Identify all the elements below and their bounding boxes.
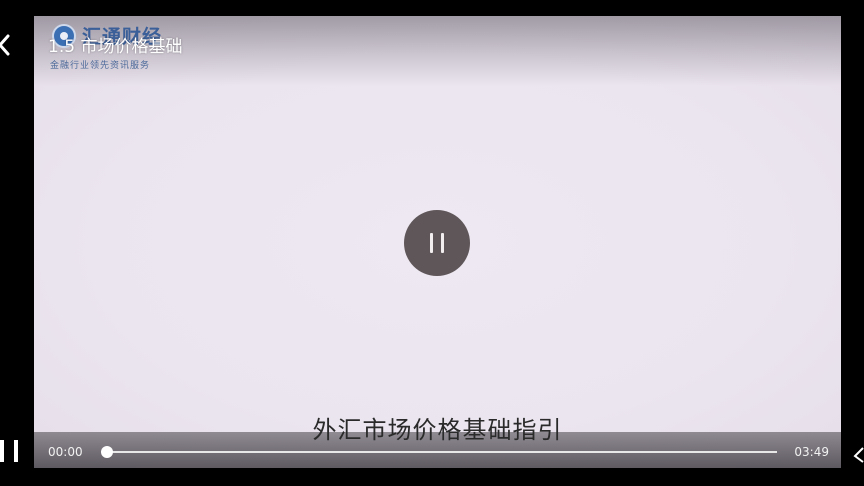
video-frame[interactable]: 汇通财经 金融行业领先资讯服务 1.5 市场价格基础 外汇市场价格基础指引 00… [34,16,841,468]
back-arrow-icon[interactable] [0,30,16,60]
pause-button[interactable] [404,210,470,276]
total-duration: 03:49 [794,445,829,459]
logo-tagline: 金融行业领先资讯服务 [50,61,151,71]
progress-knob[interactable] [101,446,113,458]
side-bar-icon [0,440,18,462]
pause-icon-bar [441,233,444,253]
video-player-screen: 汇通财经 金融行业领先资讯服务 1.5 市场价格基础 外汇市场价格基础指引 00… [0,0,864,486]
pause-icon [430,233,433,253]
current-time: 00:00 [48,445,83,459]
video-title: 1.5 市场价格基础 [48,37,183,57]
progress-track[interactable] [101,446,777,458]
fullscreen-icon[interactable] [852,446,864,464]
video-subtitle: 外汇市场价格基础指引 [312,416,563,444]
